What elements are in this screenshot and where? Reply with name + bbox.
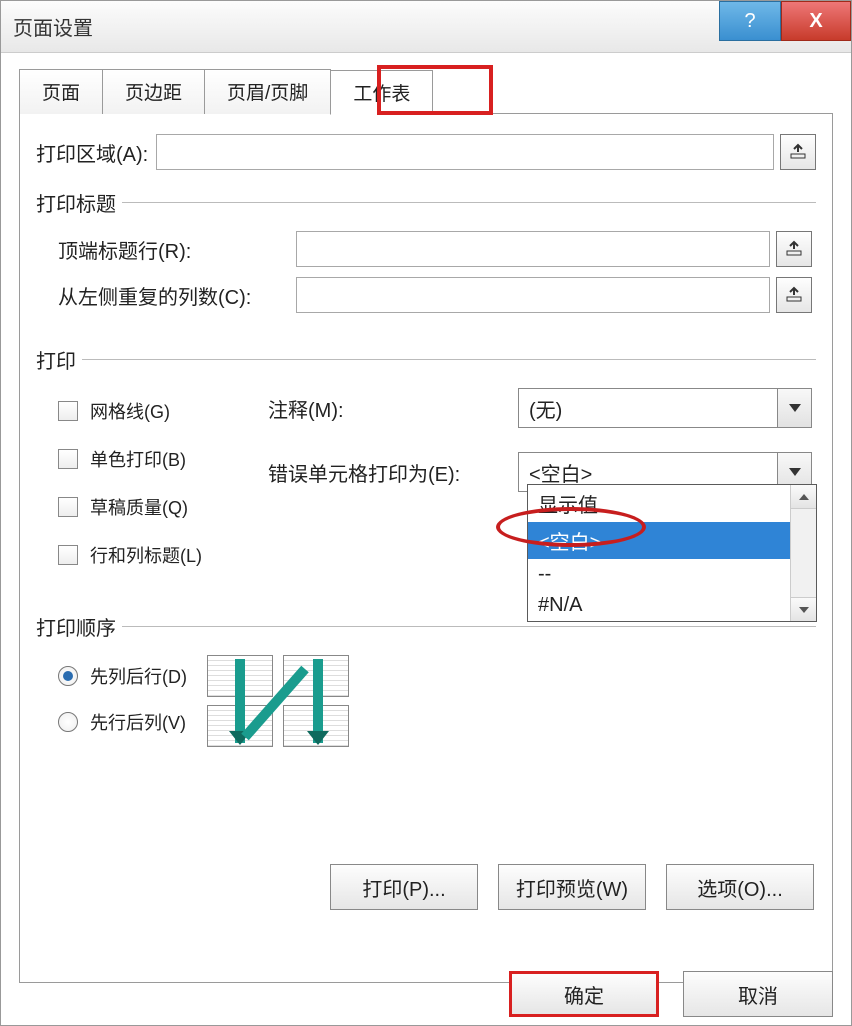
- print-area-input[interactable]: [156, 134, 774, 170]
- down-over-label: 先列后行(D): [90, 663, 187, 689]
- draft-row[interactable]: 草稿质量(Q): [58, 494, 268, 520]
- page-setup-dialog: 页面设置 ? X 页面 页边距 页眉/页脚 工作表 打印区域(A): 打印标题: [0, 0, 852, 1026]
- titlebar: 页面设置 ? X: [1, 1, 851, 53]
- comments-row: 注释(M): (无): [268, 388, 812, 428]
- tab-header-footer[interactable]: 页眉/页脚: [204, 69, 331, 114]
- dialog-content: 页面 页边距 页眉/页脚 工作表 打印区域(A): 打印标题 顶端标题行(R):: [1, 53, 851, 1025]
- left-cols-row: 从左侧重复的列数(C):: [58, 277, 812, 313]
- print-titles-legend: 打印标题: [36, 188, 122, 217]
- bw-label: 单色打印(B): [90, 446, 186, 472]
- errors-option-displayed[interactable]: 显示值: [528, 485, 816, 522]
- headings-row[interactable]: 行和列标题(L): [58, 542, 268, 568]
- bw-checkbox[interactable]: [58, 449, 78, 469]
- over-down-label: 先行后列(V): [90, 709, 186, 735]
- bw-row[interactable]: 单色打印(B): [58, 446, 268, 472]
- print-area-row: 打印区域(A):: [36, 134, 816, 170]
- scroll-down-icon[interactable]: [791, 597, 816, 621]
- order-arrow-icon: [313, 659, 323, 743]
- draft-label: 草稿质量(Q): [90, 494, 188, 520]
- left-cols-picker[interactable]: [776, 277, 812, 313]
- print-area-label: 打印区域(A):: [36, 138, 148, 167]
- print-preview-button[interactable]: 打印预览(W): [498, 864, 646, 910]
- left-cols-input[interactable]: [296, 277, 770, 313]
- comments-combo[interactable]: (无): [518, 388, 812, 428]
- tab-page[interactable]: 页面: [19, 69, 103, 114]
- draft-checkbox[interactable]: [58, 497, 78, 517]
- collapse-icon: [785, 286, 803, 304]
- print-titles-group: 打印标题 顶端标题行(R): 从左侧重复的列数(C):: [36, 188, 816, 327]
- gridlines-label: 网格线(G): [90, 398, 170, 424]
- tab-sheet[interactable]: 工作表: [330, 70, 433, 115]
- chevron-down-icon: [777, 389, 811, 427]
- close-icon: X: [809, 10, 822, 33]
- print-button[interactable]: 打印(P)...: [330, 864, 478, 910]
- sheet-tab-panel: 打印区域(A): 打印标题 顶端标题行(R): 从左侧重复的列数(C):: [19, 113, 833, 983]
- help-button[interactable]: ?: [719, 1, 781, 41]
- print-legend: 打印: [36, 345, 82, 374]
- over-down-row[interactable]: 先行后列(V): [58, 709, 187, 735]
- gridlines-row[interactable]: 网格线(G): [58, 398, 268, 424]
- headings-label: 行和列标题(L): [90, 542, 202, 568]
- print-order-legend: 打印顺序: [36, 612, 122, 641]
- print-order-radios: 先列后行(D) 先行后列(V): [58, 655, 187, 755]
- collapse-icon: [789, 143, 807, 161]
- comments-value: (无): [529, 394, 562, 423]
- print-order-content: 先列后行(D) 先行后列(V): [58, 655, 812, 755]
- window-title: 页面设置: [13, 12, 93, 41]
- print-order-diagram: [207, 655, 357, 751]
- dialog-action-buttons: 确定 取消: [509, 971, 833, 1017]
- print-order-group: 打印顺序 先列后行(D) 先行后列(V): [36, 612, 816, 759]
- ok-button[interactable]: 确定: [509, 971, 659, 1017]
- print-checkboxes: 网格线(G) 单色打印(B) 草稿质量(Q) 行和列标题(L): [58, 388, 268, 590]
- tab-margins[interactable]: 页边距: [102, 69, 205, 114]
- down-over-radio[interactable]: [58, 666, 78, 686]
- top-rows-label: 顶端标题行(R):: [58, 235, 288, 264]
- sheet-action-buttons: 打印(P)... 打印预览(W) 选项(O)...: [330, 864, 814, 910]
- scroll-up-icon[interactable]: [791, 485, 816, 509]
- help-icon: ?: [744, 10, 755, 33]
- close-button[interactable]: X: [781, 1, 851, 41]
- comments-label: 注释(M):: [268, 394, 518, 423]
- errors-value: <空白>: [529, 458, 592, 487]
- collapse-icon: [785, 240, 803, 258]
- options-button[interactable]: 选项(O)...: [666, 864, 814, 910]
- errors-dropdown-list: 显示值 <空白> -- #N/A: [527, 484, 817, 622]
- left-cols-label: 从左侧重复的列数(C):: [58, 281, 288, 310]
- errors-option-na[interactable]: #N/A: [528, 590, 816, 621]
- errors-option-blank[interactable]: <空白>: [528, 522, 816, 559]
- order-arrow-diagonal-icon: [241, 661, 321, 741]
- over-down-radio[interactable]: [58, 712, 78, 732]
- down-over-row[interactable]: 先列后行(D): [58, 663, 187, 689]
- top-rows-input[interactable]: [296, 231, 770, 267]
- dropdown-scrollbar[interactable]: [790, 485, 816, 621]
- window-buttons: ? X: [719, 1, 851, 41]
- errors-option-dashes[interactable]: --: [528, 559, 816, 590]
- cancel-button[interactable]: 取消: [683, 971, 833, 1017]
- top-rows-row: 顶端标题行(R):: [58, 231, 812, 267]
- print-area-picker[interactable]: [780, 134, 816, 170]
- tab-strip: 页面 页边距 页眉/页脚 工作表: [19, 69, 833, 114]
- top-rows-picker[interactable]: [776, 231, 812, 267]
- gridlines-checkbox[interactable]: [58, 401, 78, 421]
- errors-label: 错误单元格打印为(E):: [268, 458, 518, 487]
- headings-checkbox[interactable]: [58, 545, 78, 565]
